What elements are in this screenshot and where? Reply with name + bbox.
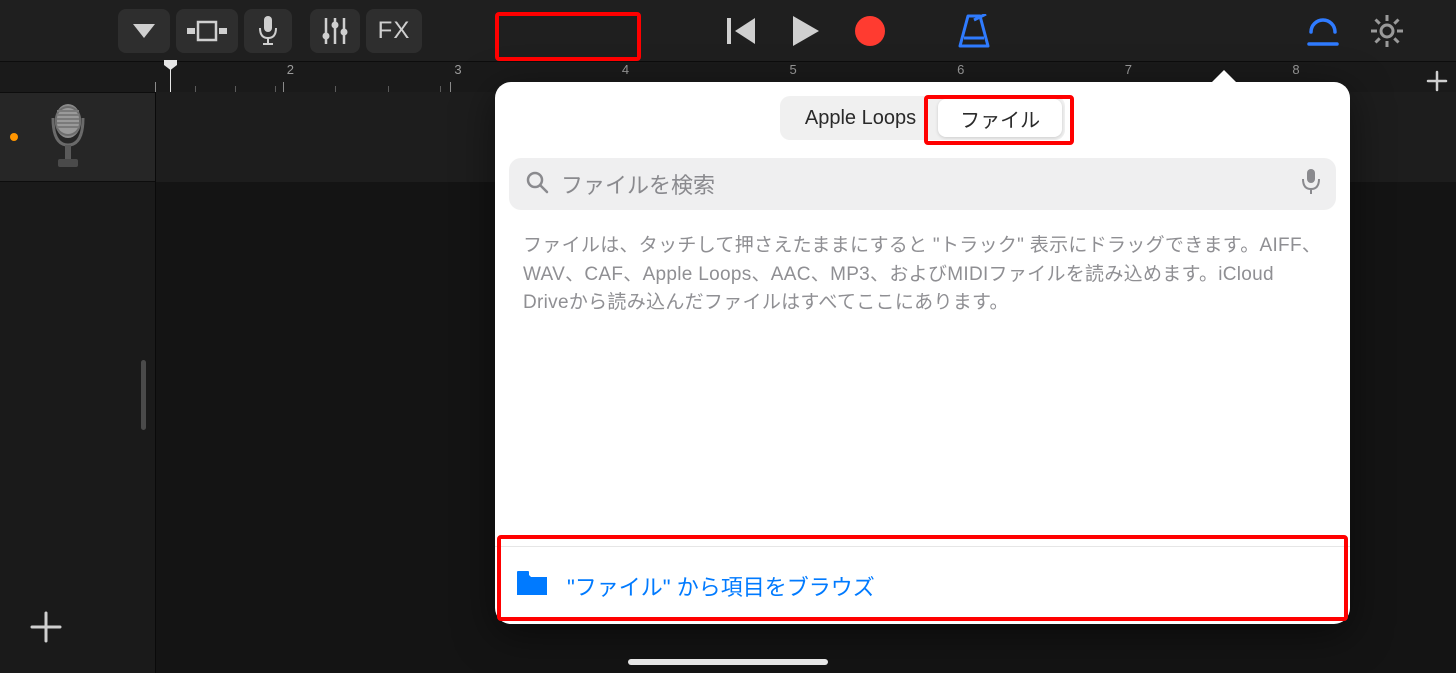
file-search-field[interactable]: ファイルを検索 [509,158,1336,210]
settings-button[interactable] [1358,9,1416,53]
fx-button[interactable]: FX [366,9,422,53]
add-section-button[interactable] [1426,70,1448,97]
plus-icon [29,610,63,644]
record-icon [854,15,886,47]
bar-number: 6 [957,62,964,77]
track-select-dot [10,133,18,141]
sliders-icon [321,16,349,46]
triangle-down-icon [133,24,155,38]
bar-number: 7 [1125,62,1132,77]
play-icon [793,16,819,46]
tracks-icon [187,20,227,42]
tab-apple-loops[interactable]: Apple Loops [783,99,938,137]
metronome-icon [956,14,992,48]
home-indicator [628,659,828,665]
dictation-icon[interactable] [1302,169,1320,200]
track-header[interactable] [0,92,155,182]
playhead[interactable] [170,62,171,92]
studio-mic-icon [43,103,93,171]
annotation-highlight-browse [497,535,1348,621]
bar-number: 3 [454,62,461,77]
record-button[interactable] [841,9,899,53]
track-instrument-icon [38,102,98,172]
metronome-button[interactable] [945,9,1003,53]
fx-label: FX [378,17,411,45]
plus-icon [1426,70,1448,92]
loop-browser-button[interactable] [1294,9,1352,53]
loop-icon [1305,14,1341,48]
search-icon [525,170,549,199]
annotation-highlight-tab [924,95,1074,145]
bar-number: 5 [790,62,797,77]
file-list-area [495,318,1350,547]
track-scroll-indicator [141,360,146,430]
tracks-view-button[interactable] [176,9,238,53]
gear-icon [1370,14,1404,48]
bar-number: 2 [287,62,294,77]
add-track-button[interactable] [0,581,92,673]
search-placeholder: ファイルを検索 [561,168,1302,200]
highlight-box [495,12,641,61]
rewind-icon [727,18,757,44]
microphone-button[interactable] [244,9,292,53]
go-to-start-button[interactable] [713,9,771,53]
mixer-button[interactable] [310,9,360,53]
play-button[interactable] [777,9,835,53]
menu-dropdown-button[interactable] [118,9,170,53]
bar-number: 4 [622,62,629,77]
file-browser-help-text: ファイルは、タッチして押さえたままにすると "トラック" 表示にドラッグできます… [523,232,1322,318]
bar-number: 8 [1292,62,1299,77]
microphone-icon [258,16,278,46]
top-toolbar: FX [0,0,1456,62]
